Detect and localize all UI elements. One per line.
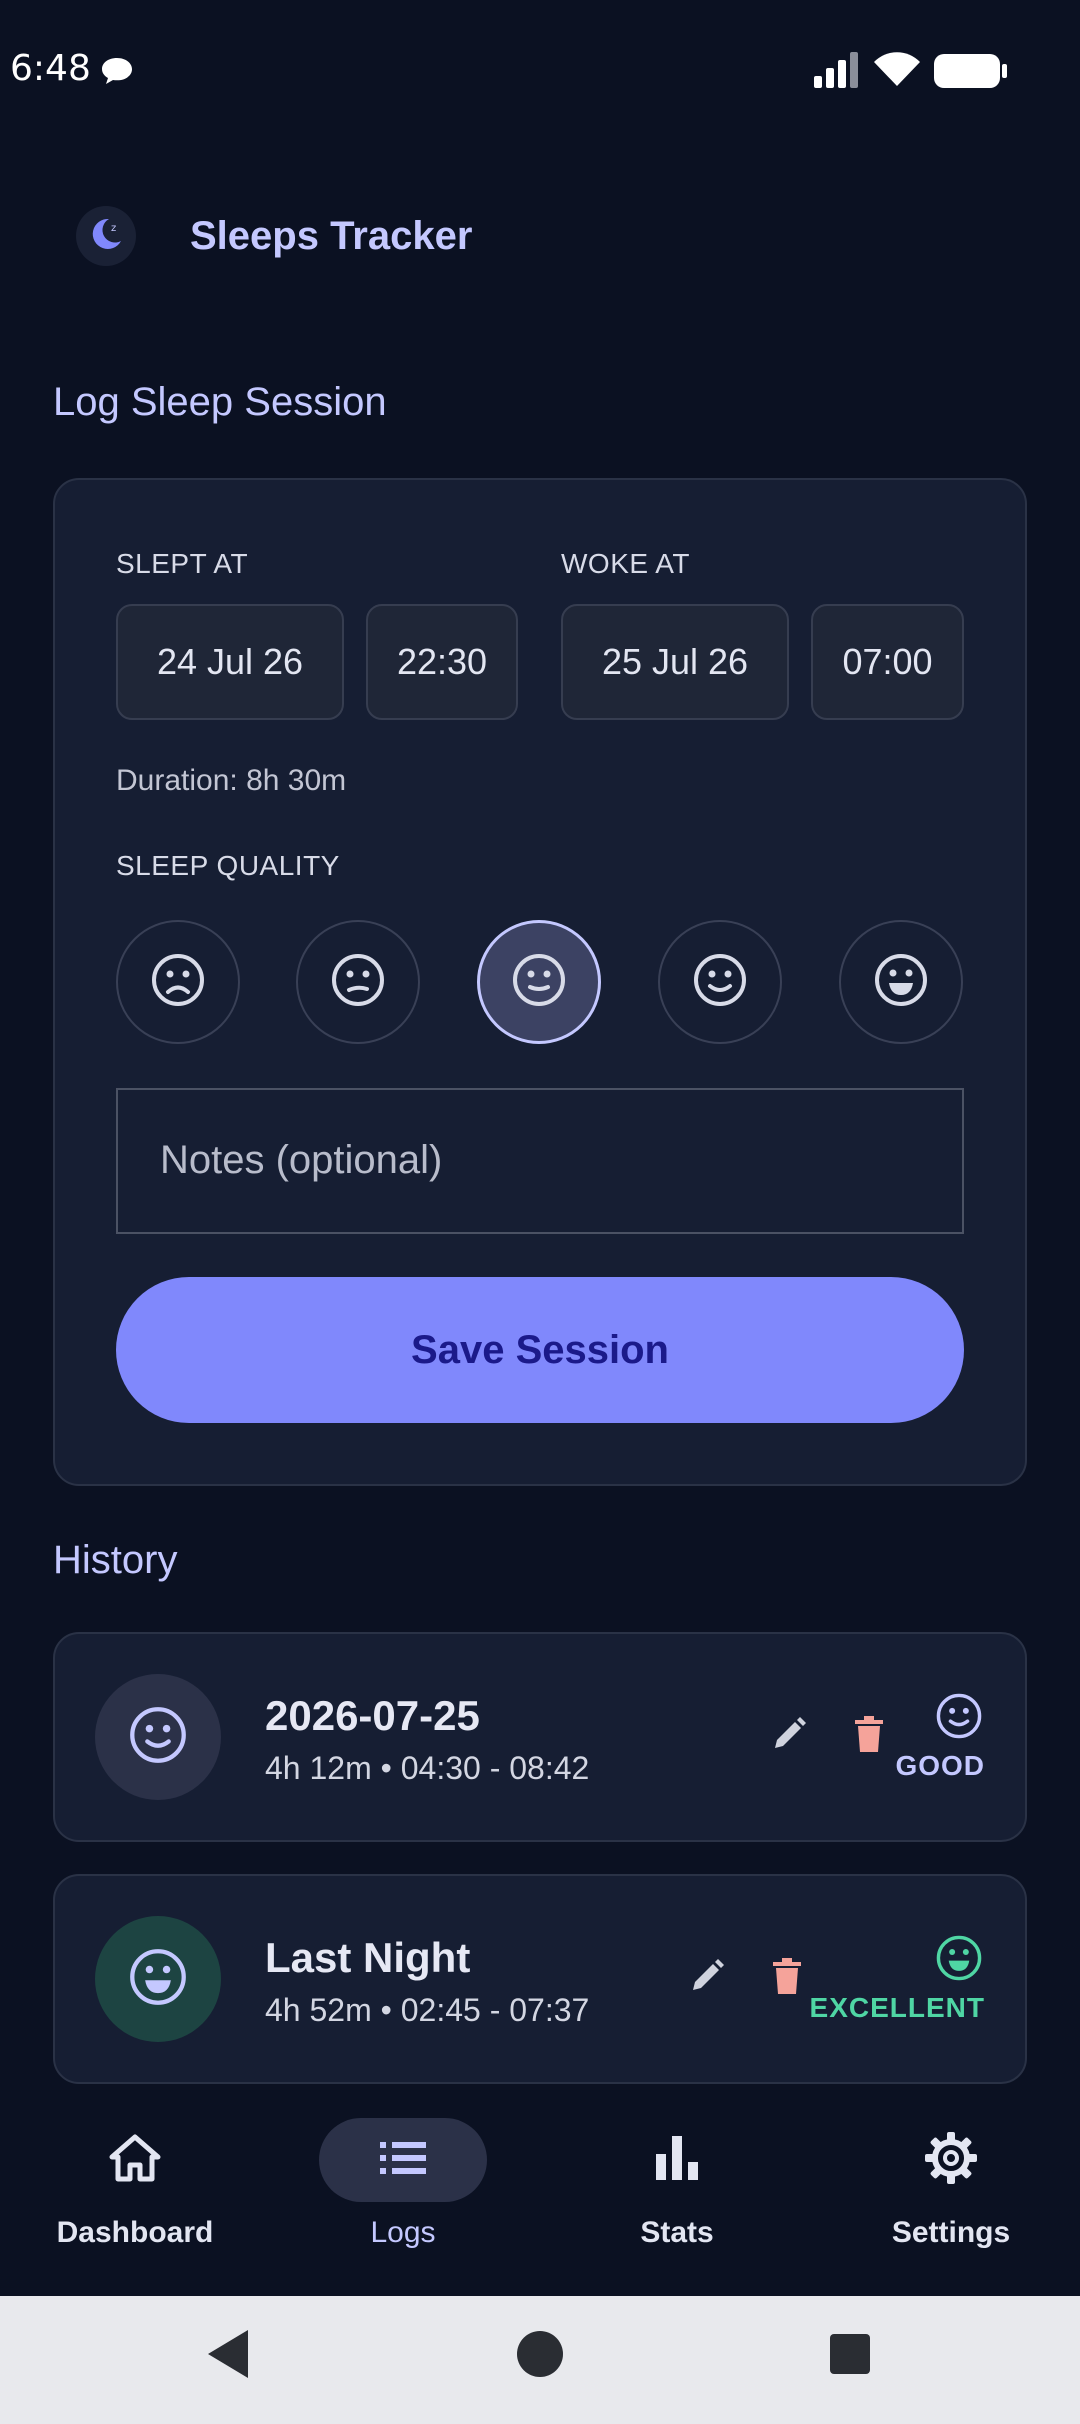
delete-icon[interactable] <box>769 1956 805 2001</box>
excellent-face-icon <box>935 1934 983 1987</box>
history-title: History <box>53 1538 178 1582</box>
slept-at-label: SLEPT AT <box>116 548 249 579</box>
entry-quality-label: EXCELLENT <box>809 1992 985 2023</box>
home-button-icon[interactable] <box>516 2326 564 2387</box>
save-session-button[interactable]: Save Session <box>116 1277 964 1423</box>
quality-option-very-bad[interactable] <box>116 920 240 1044</box>
entry-title: Last Night <box>265 1934 471 1981</box>
entry-subtitle: 4h 52m • 02:45 - 07:37 <box>265 1992 590 2028</box>
home-icon <box>108 2133 162 2188</box>
quality-option-excellent[interactable] <box>839 920 963 1044</box>
svg-text:z: z <box>111 223 116 234</box>
good-face-icon <box>692 952 748 1013</box>
nav-label: Stats <box>640 2216 714 2249</box>
recents-icon[interactable] <box>828 2326 872 2387</box>
back-icon[interactable] <box>204 2326 250 2387</box>
bar-chart-icon <box>654 2134 700 2187</box>
delete-icon[interactable] <box>851 1714 887 1759</box>
nav-logs[interactable]: Logs <box>268 2100 538 2296</box>
edit-icon[interactable] <box>687 1956 727 2001</box>
system-navigation-bar <box>0 2296 1080 2424</box>
slept-time-picker[interactable]: 22:30 <box>366 604 518 720</box>
woke-time-picker[interactable]: 07:00 <box>811 604 964 720</box>
moon-icon: z <box>87 215 125 258</box>
good-face-icon <box>935 1692 983 1745</box>
nav-pill-active <box>319 2118 487 2202</box>
chat-notification-icon <box>100 56 134 91</box>
entry-title: 2026-07-25 <box>265 1692 480 1739</box>
excellent-face-icon <box>873 952 929 1013</box>
nav-pill <box>867 2118 1035 2202</box>
gear-icon <box>923 2130 979 2191</box>
very-bad-face-icon <box>150 952 206 1013</box>
log-section-title: Log Sleep Session <box>53 380 387 424</box>
duration-text: Duration: 8h 30m <box>116 764 347 797</box>
woke-at-label: WOKE AT <box>561 548 690 579</box>
quality-option-good[interactable] <box>658 920 782 1044</box>
edit-icon[interactable] <box>769 1714 809 1759</box>
entry-avatar <box>95 1674 221 1800</box>
status-bar: 6:48 <box>0 0 1080 140</box>
status-time: 6:48 <box>10 48 91 89</box>
notes-placeholder: Notes (optional) <box>160 1138 443 1182</box>
nav-stats[interactable]: Stats <box>542 2100 812 2296</box>
woke-date-picker[interactable]: 25 Jul 26 <box>561 604 789 720</box>
history-entry[interactable]: 2026-07-25 4h 12m • 04:30 - 08:42 GOOD <box>53 1632 1027 1842</box>
slept-date-picker[interactable]: 24 Jul 26 <box>116 604 344 720</box>
neutral-face-icon <box>511 952 567 1013</box>
nav-label: Logs <box>370 2216 436 2249</box>
nav-pill <box>51 2118 219 2202</box>
quality-option-neutral[interactable] <box>477 920 601 1044</box>
history-entry[interactable]: Last Night 4h 52m • 02:45 - 07:37 EXCELL… <box>53 1874 1027 2084</box>
entry-avatar <box>95 1916 221 2042</box>
bottom-navigation: Dashboard Logs Stats Settings <box>0 2100 1080 2296</box>
list-icon <box>378 2138 428 2183</box>
nav-pill <box>593 2118 761 2202</box>
notes-input[interactable]: Notes (optional) <box>116 1088 964 1234</box>
signal-icon <box>812 52 860 93</box>
screen: 6:48 z Sleeps Tracker Log Sleep Session … <box>0 0 1080 2424</box>
nav-label: Settings <box>891 2216 1011 2249</box>
entry-quality-label: GOOD <box>895 1750 985 1781</box>
excellent-face-icon <box>128 1947 188 2012</box>
quality-option-bad[interactable] <box>296 920 420 1044</box>
app-title: Sleeps Tracker <box>190 214 473 258</box>
sleep-quality-label: SLEEP QUALITY <box>116 850 340 881</box>
entry-subtitle: 4h 12m • 04:30 - 08:42 <box>265 1750 590 1786</box>
wifi-icon <box>872 50 922 93</box>
good-face-icon <box>128 1705 188 1770</box>
nav-dashboard[interactable]: Dashboard <box>0 2100 270 2296</box>
app-logo: z <box>76 206 136 266</box>
nav-settings[interactable]: Settings <box>816 2100 1080 2296</box>
bad-face-icon <box>330 952 386 1013</box>
nav-label: Dashboard <box>56 2216 214 2249</box>
battery-icon <box>934 54 1008 93</box>
